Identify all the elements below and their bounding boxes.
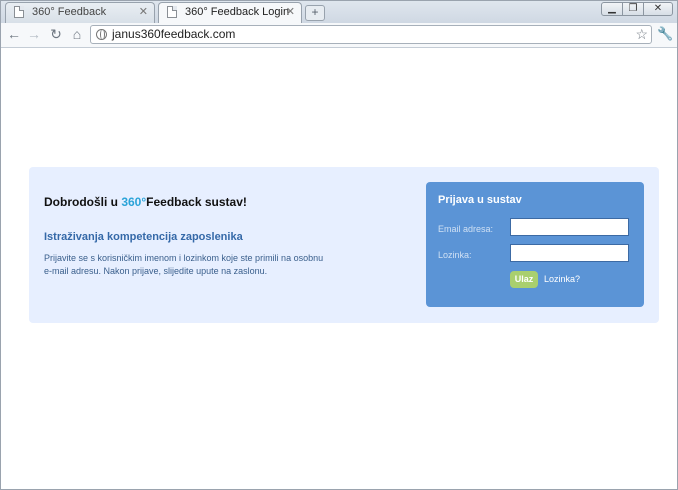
globe-icon bbox=[96, 29, 107, 40]
login-button[interactable]: Ulaz bbox=[510, 271, 538, 288]
welcome-title: Dobrodošli u 360°Feedback sustav! bbox=[44, 195, 247, 209]
address-bar[interactable]: janus360feedback.com ☆ bbox=[90, 25, 652, 44]
intro-text: Prijavite se s korisničkim imenom i lozi… bbox=[44, 252, 344, 278]
minimize-button[interactable]: ▁ bbox=[601, 2, 623, 16]
reload-icon[interactable]: ↻ bbox=[48, 26, 64, 42]
window-close-button[interactable]: ✕ bbox=[643, 2, 673, 16]
email-field[interactable] bbox=[510, 218, 629, 236]
welcome-title-prefix: Dobrodošli u bbox=[44, 195, 122, 209]
welcome-panel: Dobrodošli u 360°Feedback sustav! Istraž… bbox=[29, 167, 659, 323]
email-label: Email adresa: bbox=[438, 224, 494, 234]
browser-window: 360° Feedback ✕ 360° Feedback Login ✕ + … bbox=[0, 0, 678, 490]
brand-360: 360° bbox=[121, 195, 147, 209]
welcome-title-suffix: Feedback sustav! bbox=[146, 195, 247, 209]
subheading: Istraživanja kompetencija zaposlenika bbox=[44, 231, 243, 243]
close-icon[interactable]: ✕ bbox=[139, 3, 148, 22]
close-icon[interactable]: ✕ bbox=[286, 3, 295, 22]
page-icon bbox=[14, 6, 24, 18]
url-text[interactable]: janus360feedback.com bbox=[112, 27, 235, 42]
password-field[interactable] bbox=[510, 244, 629, 262]
tab-label: 360° Feedback Login bbox=[185, 6, 290, 18]
login-title: Prijava u sustav bbox=[438, 194, 522, 206]
password-label: Lozinka: bbox=[438, 250, 472, 260]
new-tab-button[interactable]: + bbox=[305, 5, 325, 21]
login-box: Prijava u sustav Email adresa: Lozinka: … bbox=[426, 182, 644, 307]
wrench-icon[interactable]: 🔧 bbox=[657, 26, 673, 42]
forward-arrow-icon[interactable]: → bbox=[26, 26, 42, 42]
back-arrow-icon[interactable]: ← bbox=[6, 26, 22, 42]
page-icon bbox=[167, 6, 177, 18]
intro-line-2: e-mail adresu. Nakon prijave, slijedite … bbox=[44, 266, 268, 276]
page-content: Dobrodošli u 360°Feedback sustav! Istraž… bbox=[1, 48, 677, 489]
tab-strip: 360° Feedback ✕ 360° Feedback Login ✕ + … bbox=[1, 1, 677, 23]
home-icon[interactable]: ⌂ bbox=[69, 26, 85, 42]
intro-line-1: Prijavite se s korisničkim imenom i lozi… bbox=[44, 253, 324, 263]
forgot-password-link[interactable]: Lozinka? bbox=[544, 274, 580, 284]
browser-toolbar: ← → ↻ ⌂ janus360feedback.com ☆ 🔧 bbox=[1, 23, 677, 48]
star-icon[interactable]: ☆ bbox=[635, 26, 648, 42]
tab-360-feedback-login[interactable]: 360° Feedback Login ✕ bbox=[158, 2, 302, 23]
maximize-button[interactable]: ❐ bbox=[622, 2, 644, 16]
tab-360-feedback[interactable]: 360° Feedback ✕ bbox=[5, 2, 155, 23]
tab-label: 360° Feedback bbox=[32, 6, 107, 18]
